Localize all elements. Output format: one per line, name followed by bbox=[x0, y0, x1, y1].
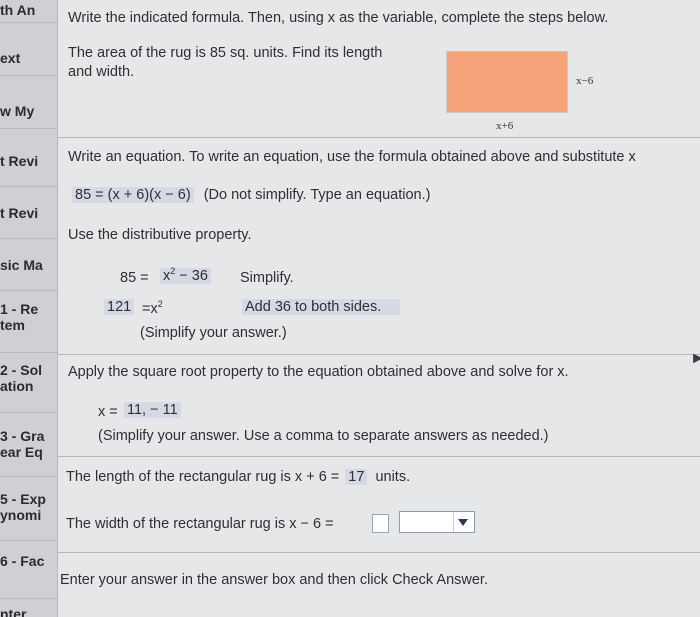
step2-rhs-exponent: 2 bbox=[157, 299, 163, 309]
sidebar-divider bbox=[0, 290, 57, 291]
sidebar-item-label: ation bbox=[0, 378, 34, 394]
sidebar-item-label: nter bbox=[0, 606, 27, 617]
width-unit-dropdown[interactable] bbox=[399, 511, 475, 533]
section-divider bbox=[58, 354, 700, 355]
rug-rectangle-figure bbox=[446, 51, 568, 113]
sidebar-item-2[interactable]: ext bbox=[0, 50, 57, 66]
dropdown-divider bbox=[453, 512, 454, 532]
sidebar-item-label: tem bbox=[0, 317, 25, 333]
sidebar-item-5[interactable]: t Revi bbox=[0, 205, 57, 221]
sidebar-item-12[interactable]: nter bbox=[0, 606, 57, 617]
sidebar-item-label: 1 - Re bbox=[0, 301, 39, 317]
sidebar-divider bbox=[0, 22, 57, 23]
write-equation-prompt: Write an equation. To write an equation,… bbox=[68, 149, 636, 165]
sidebar-item-10[interactable]: 5 - Exp ynomi bbox=[0, 491, 57, 523]
sidebar-item-11[interactable]: 6 - Fac bbox=[0, 553, 57, 569]
sidebar-item-3[interactable]: w My bbox=[0, 103, 57, 119]
length-unit: units. bbox=[375, 469, 411, 485]
sidebar-divider bbox=[0, 412, 57, 413]
sidebar-divider bbox=[0, 186, 57, 187]
sidebar-divider bbox=[0, 128, 57, 129]
rug-bottom-label: x+6 bbox=[496, 120, 514, 132]
sidebar-item-8[interactable]: 2 - Sol ation bbox=[0, 362, 57, 394]
length-row: The length of the rectangular rug is x +… bbox=[66, 469, 410, 485]
sidebar-divider bbox=[0, 540, 57, 541]
sidebar-item-1[interactable]: th An bbox=[0, 2, 57, 18]
sidebar-item-label: w My bbox=[0, 103, 35, 119]
chevron-down-icon bbox=[458, 519, 468, 526]
section-divider bbox=[58, 456, 700, 457]
chevron-right-icon[interactable]: ► bbox=[690, 350, 700, 368]
equation-answer[interactable]: 85 = (x + 6)(x − 6) bbox=[72, 187, 194, 203]
sidebar-item-label: th An bbox=[0, 2, 36, 18]
step1-note: Simplify. bbox=[240, 270, 294, 286]
sidebar-item-label: 6 - Fac bbox=[0, 553, 45, 569]
sidebar-item-label: 5 - Exp bbox=[0, 491, 46, 507]
sidebar-item-label: ext bbox=[0, 50, 21, 66]
sidebar-item-label: 3 - Gra bbox=[0, 428, 45, 444]
step2-hint: (Simplify your answer.) bbox=[140, 325, 287, 341]
sidebar-nav: th An ext w My t Revi t Revi sic Ma 1 - … bbox=[0, 0, 58, 617]
sidebar-item-7[interactable]: 1 - Re tem bbox=[0, 301, 57, 333]
distributive-prompt: Use the distributive property. bbox=[68, 227, 252, 243]
x-hint: (Simplify your answer. Use a comma to se… bbox=[98, 428, 549, 444]
sidebar-item-9[interactable]: 3 - Gra ear Eq bbox=[0, 428, 57, 460]
step1-rhs-rest: − 36 bbox=[175, 268, 208, 284]
sidebar-divider bbox=[0, 352, 57, 353]
x-label: x = bbox=[98, 404, 118, 420]
sidebar-item-4[interactable]: t Revi bbox=[0, 153, 57, 169]
footer-instruction: Enter your answer in the answer box and … bbox=[60, 572, 488, 588]
rug-side-label: x−6 bbox=[576, 75, 594, 87]
problem-statement-line1: The area of the rug is 85 sq. units. Fin… bbox=[68, 45, 383, 61]
equation-row: 85 = (x + 6)(x − 6) (Do not simplify. Ty… bbox=[72, 187, 430, 203]
step2-rhs: =x2 bbox=[142, 299, 163, 318]
equation-note: (Do not simplify. Type an equation.) bbox=[203, 187, 431, 203]
section-divider bbox=[58, 552, 700, 553]
x-solutions-answer[interactable]: 11, − 11 bbox=[124, 402, 181, 418]
sidebar-item-label: t Revi bbox=[0, 205, 39, 221]
sidebar-divider bbox=[0, 75, 57, 76]
sidebar-item-label: 2 - Sol bbox=[0, 362, 43, 378]
sidebar-divider bbox=[0, 476, 57, 477]
section-divider bbox=[58, 137, 700, 138]
sidebar-item-6[interactable]: sic Ma bbox=[0, 257, 57, 273]
step2-lhs-answer[interactable]: 121 bbox=[104, 299, 135, 315]
sidebar-item-label: sic Ma bbox=[0, 257, 43, 273]
sidebar-item-label: ynomi bbox=[0, 507, 42, 523]
sidebar-item-label: ear Eq bbox=[0, 444, 43, 460]
problem-statement-line2: and width. bbox=[68, 64, 135, 80]
width-answer-input[interactable] bbox=[372, 514, 389, 533]
length-answer[interactable]: 17 bbox=[345, 469, 368, 485]
step1-answer[interactable]: x2 − 36 bbox=[160, 267, 211, 284]
sidebar-divider bbox=[0, 598, 57, 599]
length-text: The length of the rectangular rug is x +… bbox=[66, 469, 340, 485]
sidebar-divider bbox=[0, 238, 57, 239]
question-panel: Write the indicated formula. Then, using… bbox=[58, 0, 700, 617]
sqrt-property-prompt: Apply the square root property to the eq… bbox=[68, 364, 569, 380]
step2-note: Add 36 to both sides. bbox=[242, 299, 400, 315]
sidebar-item-label: t Revi bbox=[0, 153, 39, 169]
step2-rhs-base: =x bbox=[142, 301, 158, 317]
step1-lhs: 85 = bbox=[120, 270, 149, 286]
question-instruction: Write the indicated formula. Then, using… bbox=[68, 10, 609, 26]
width-text: The width of the rectangular rug is x − … bbox=[66, 516, 334, 532]
